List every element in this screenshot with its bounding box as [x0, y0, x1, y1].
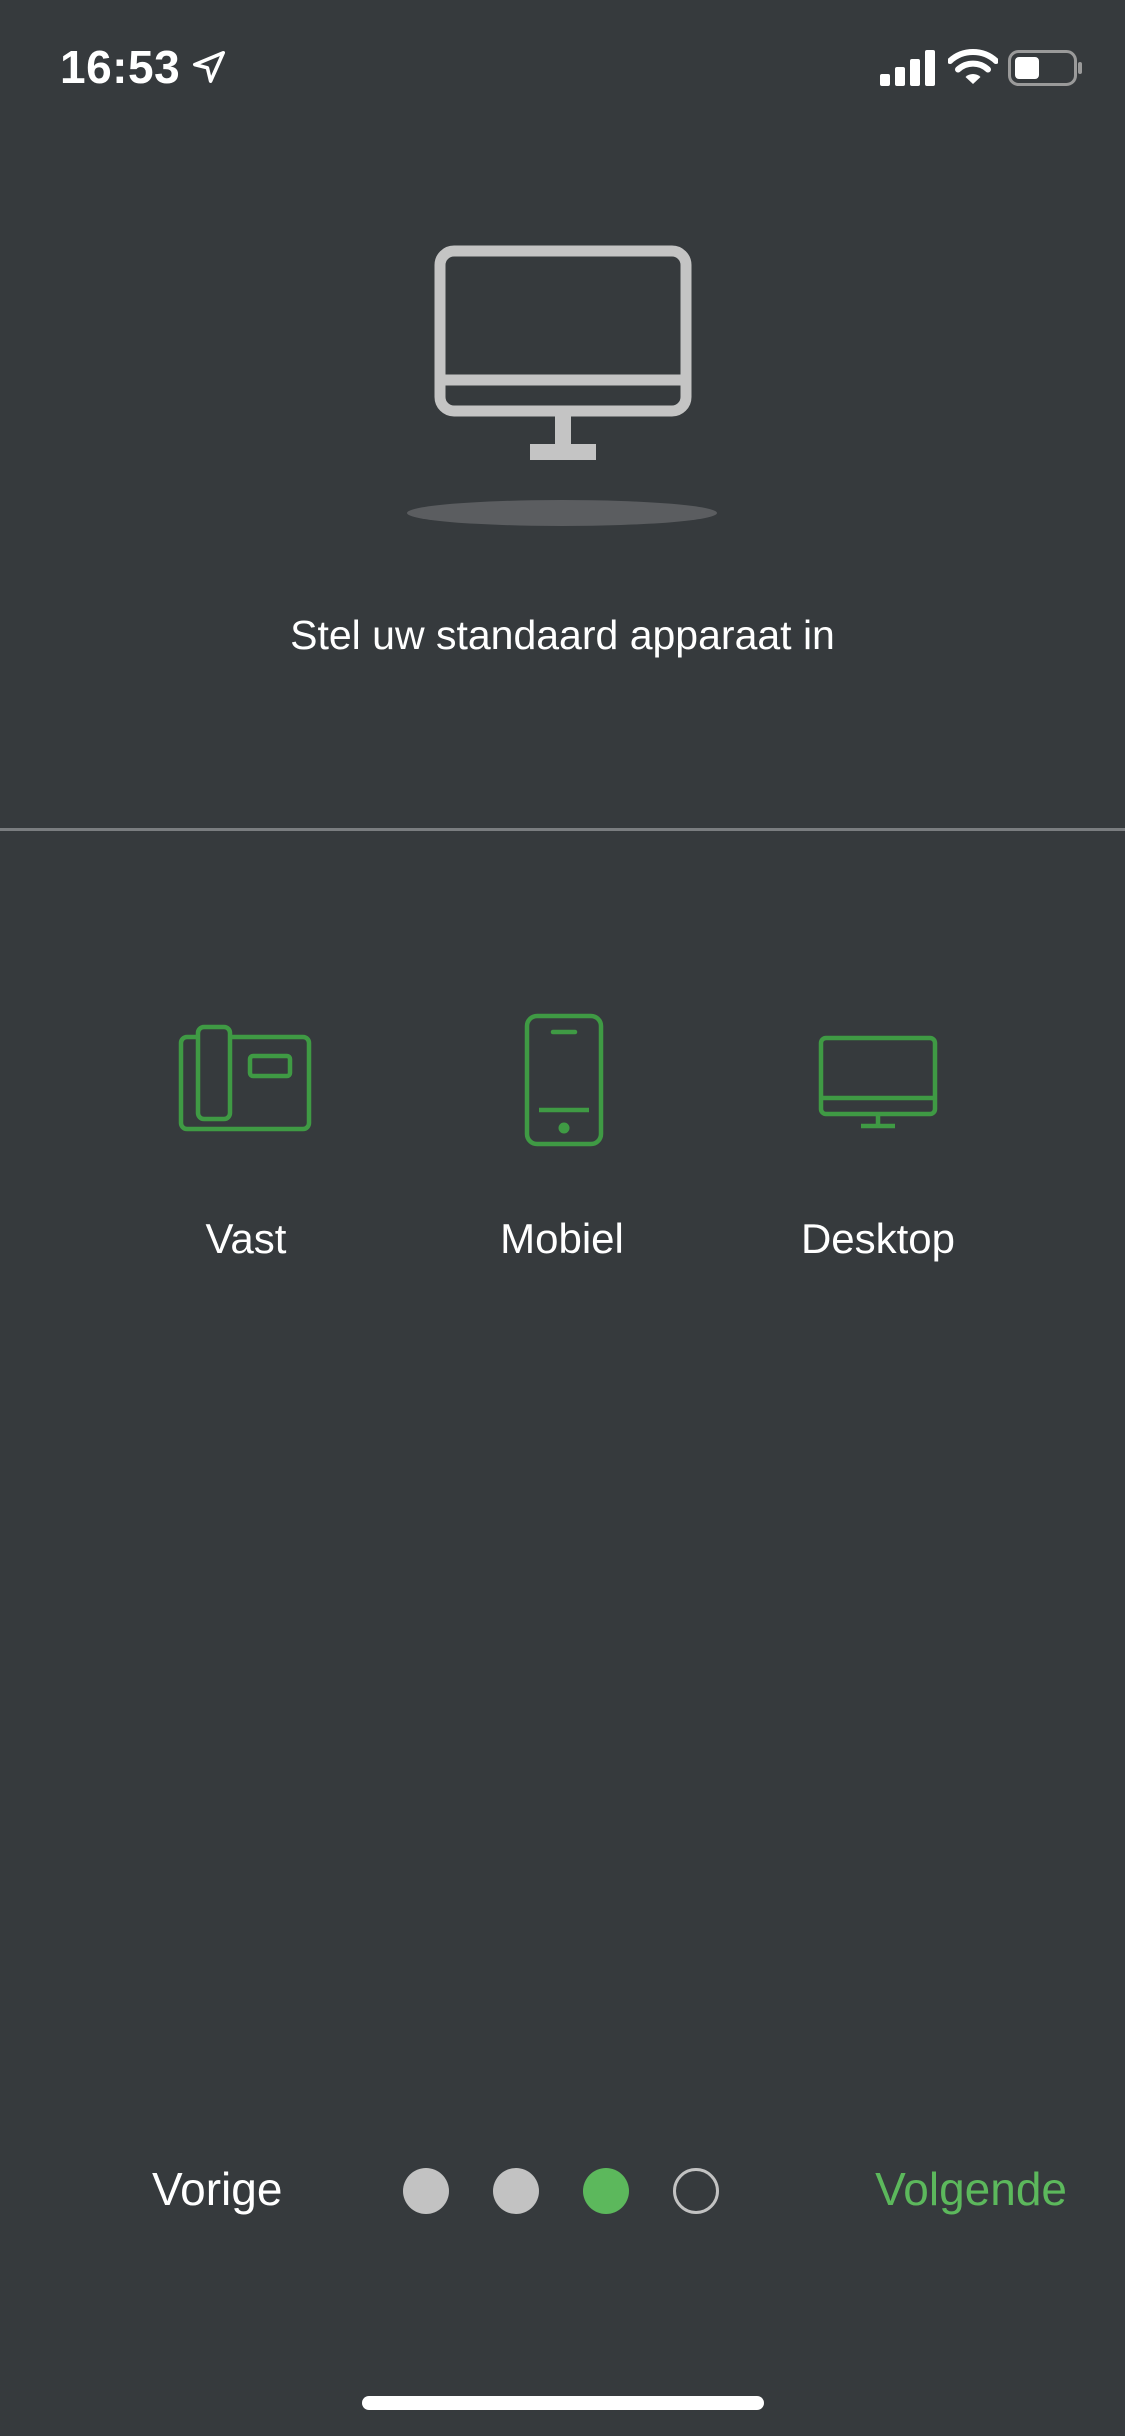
divider [0, 828, 1125, 831]
desk-phone-icon [178, 1024, 312, 1132]
page-title: Stel uw standaard apparaat in [290, 612, 835, 658]
device-option-vast[interactable]: Vast [86, 1000, 406, 1300]
page-dot-4 [673, 2168, 719, 2214]
location-arrow-icon [193, 51, 225, 83]
page-indicator [403, 2168, 719, 2216]
battery-icon [1008, 50, 1082, 86]
onboarding-screen: 16:53 Stel uw standaard apparaat in Vast… [0, 0, 1125, 2436]
page-dot-1 [403, 2168, 449, 2214]
page-dot-2 [493, 2168, 539, 2214]
device-label-vast: Vast [205, 1215, 287, 1262]
page-dot-3 [583, 2168, 629, 2214]
desktop-monitor-icon [407, 245, 717, 526]
device-option-mobiel[interactable]: Mobiel [402, 1000, 722, 1300]
next-button[interactable]: Volgende [875, 2162, 1067, 2216]
home-indicator[interactable] [362, 2396, 764, 2410]
status-bar: 16:53 [0, 0, 1125, 140]
status-time: 16:53 [60, 41, 181, 93]
mobile-phone-icon [524, 1013, 604, 1147]
previous-button[interactable]: Vorige [152, 2162, 282, 2216]
device-label-desktop: Desktop [800, 1215, 956, 1262]
device-label-mobiel: Mobiel [500, 1215, 624, 1262]
wifi-icon [948, 49, 998, 84]
device-option-desktop[interactable]: Desktop [718, 1000, 1038, 1300]
cellular-signal-icon [880, 50, 935, 86]
desktop-icon [818, 1035, 938, 1129]
